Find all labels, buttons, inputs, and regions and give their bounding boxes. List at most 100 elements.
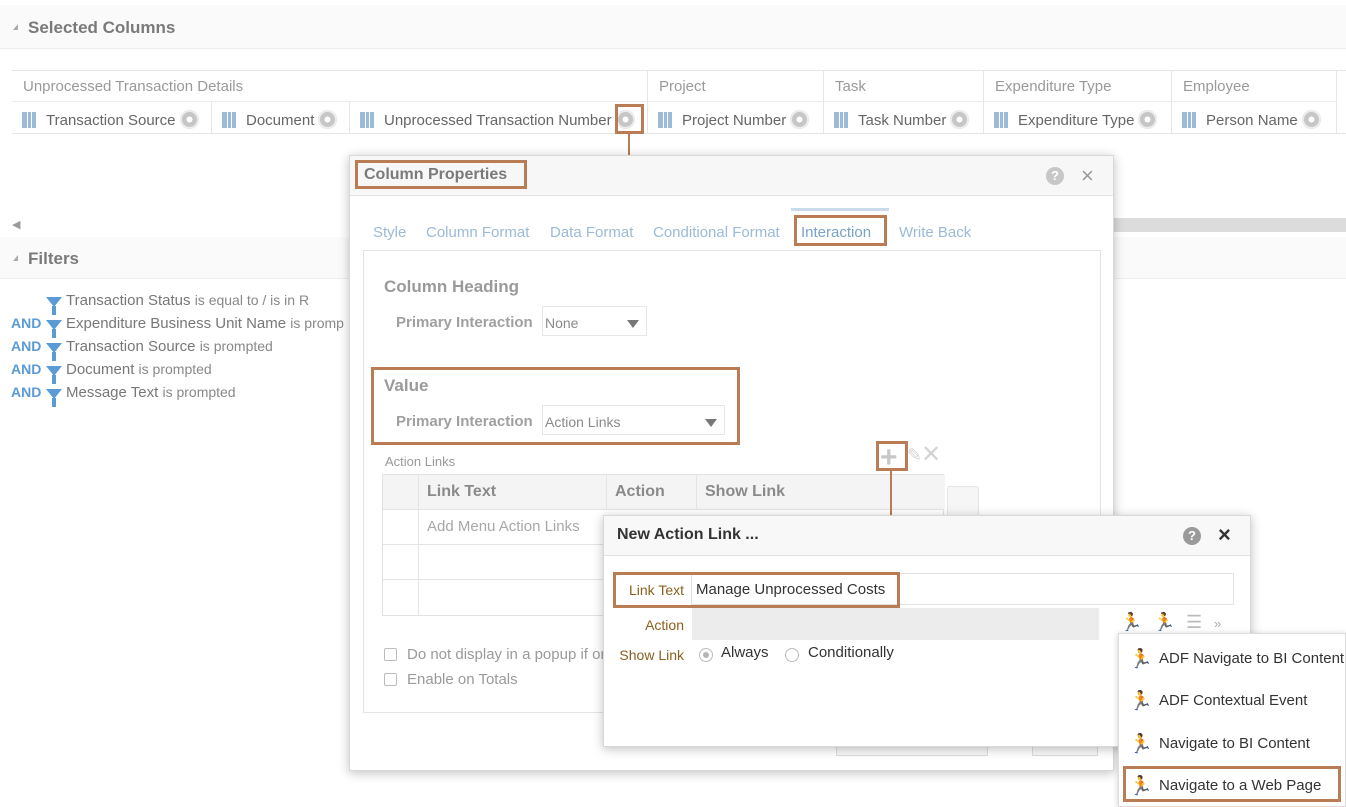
header-link-text: Link Text [419, 475, 607, 509]
no-popup-checkbox[interactable] [384, 648, 397, 661]
tab-column-format[interactable]: Column Format [426, 224, 529, 241]
tab-write-back[interactable]: Write Back [899, 224, 971, 241]
action-label: Action [645, 617, 684, 633]
column-item[interactable]: Document [212, 101, 350, 134]
collapse-triangle-icon[interactable] [13, 255, 18, 261]
menu-item-navigate-web-page[interactable]: 🏃 Navigate to a Web Page [1119, 766, 1346, 806]
close-icon[interactable]: × [1081, 165, 1094, 187]
conditionally-radio[interactable] [785, 648, 799, 662]
menu-item-navigate-bi[interactable]: 🏃 Navigate to BI Content [1119, 724, 1346, 764]
action-type-menu: 🏃 ADF Navigate to BI Content 🏃 ADF Context… [1118, 633, 1346, 807]
close-icon[interactable]: × [1218, 524, 1231, 546]
filter-row[interactable]: AND Transaction Source is prompted [11, 338, 273, 361]
header-show-link: Show Link [697, 475, 945, 509]
table-side-button[interactable] [947, 486, 979, 518]
dialog-title: New Action Link ... [617, 526, 759, 543]
value-primary-interaction-label: Primary Interaction [396, 413, 533, 430]
filters-title: Filters [28, 249, 80, 268]
action-list-icon[interactable]: ☰ [1186, 612, 1202, 633]
dialog-header: Column Properties ? × [350, 156, 1113, 196]
column-item[interactable]: Unprocessed Transaction Number [350, 101, 648, 134]
show-link-label: Show Link [619, 647, 684, 663]
action-runner-conditional-icon[interactable]: 🏃 [1120, 612, 1142, 633]
scrollbar-track[interactable] [1112, 218, 1346, 232]
selected-columns-header: Selected Columns [0, 5, 1346, 49]
action-links-label: Action Links [385, 454, 456, 469]
column-icon [1182, 112, 1196, 128]
selected-columns-bar: Unprocessed Transaction Details Project … [12, 70, 1346, 134]
filter-funnel-icon [46, 366, 62, 384]
filter-row[interactable]: Transaction Status is equal to / is in R [11, 292, 309, 315]
menu-item-adf-contextual-event[interactable]: 🏃 ADF Contextual Event [1119, 681, 1346, 721]
filter-funnel-icon [46, 389, 62, 407]
column-group-header: Employee [1172, 71, 1337, 101]
header-action: Action [607, 475, 697, 509]
table-header-row: Link Text Action Show Link [383, 475, 945, 510]
gear-icon[interactable] [790, 110, 810, 129]
link-text-label: Link Text [629, 582, 684, 598]
column-icon [834, 112, 848, 128]
gear-icon[interactable] [615, 110, 635, 129]
filter-row[interactable]: AND Expenditure Business Unit Name is pro… [11, 315, 344, 338]
gear-icon[interactable] [1301, 110, 1321, 129]
gear-icon[interactable] [318, 110, 338, 129]
value-primary-interaction-select[interactable]: Action Links [542, 405, 725, 435]
gear-icon[interactable] [179, 110, 199, 129]
no-popup-label: Do not display in a popup if or [407, 646, 606, 663]
heading-primary-interaction-label: Primary Interaction [396, 314, 533, 331]
tab-style[interactable]: Style [373, 224, 406, 241]
column-item[interactable]: Expenditure Type [984, 101, 1172, 134]
dialog-header: New Action Link ... ? × [604, 516, 1250, 556]
runner-icon: 🏃 [1129, 776, 1153, 797]
column-group-header: Unprocessed Transaction Details [12, 71, 648, 101]
conditionally-label: Conditionally [808, 644, 894, 661]
help-icon[interactable]: ? [1183, 527, 1201, 545]
column-icon [360, 112, 374, 128]
filter-funnel-icon [46, 320, 62, 338]
enable-totals-checkbox[interactable] [384, 673, 397, 686]
action-runner-icon[interactable]: 🏃 [1153, 612, 1175, 633]
dialog-title: Column Properties [364, 166, 508, 183]
enable-totals-label: Enable on Totals [407, 671, 518, 688]
filter-row[interactable]: AND Document is prompted [11, 361, 212, 384]
tab-conditional-format[interactable]: Conditional Format [653, 224, 780, 241]
connector-line [890, 471, 892, 517]
column-group-header: Expenditure Type [984, 71, 1172, 101]
column-heading-title: Column Heading [384, 277, 520, 296]
connector-line [628, 134, 630, 156]
selected-columns-title: Selected Columns [28, 18, 176, 37]
always-radio[interactable] [699, 648, 713, 662]
column-item[interactable]: Transaction Source [12, 101, 212, 134]
action-field[interactable] [692, 608, 1099, 640]
runner-icon: 🏃 [1129, 734, 1153, 755]
chevron-down-icon [627, 320, 639, 328]
gear-icon[interactable] [950, 110, 970, 129]
active-tab-indicator [791, 208, 889, 211]
column-item[interactable]: Person Name [1172, 101, 1337, 134]
filter-funnel-icon [46, 343, 62, 361]
help-icon[interactable]: ? [1046, 167, 1064, 185]
runner-icon: 🏃 [1129, 649, 1153, 670]
menu-item-adf-navigate-bi[interactable]: 🏃 ADF Navigate to BI Content [1119, 639, 1346, 679]
column-item[interactable]: Project Number [648, 101, 824, 134]
column-item[interactable]: Task Number [824, 101, 984, 134]
gear-icon[interactable] [1138, 110, 1158, 129]
add-icon[interactable]: + [880, 443, 898, 473]
scroll-left-icon[interactable]: ◀ [12, 218, 20, 231]
filter-row[interactable]: AND Message Text is prompted [11, 384, 236, 407]
value-title: Value [384, 376, 429, 395]
always-label: Always [721, 644, 769, 661]
delete-icon[interactable]: ✕ [921, 443, 941, 467]
column-icon [222, 112, 236, 128]
more-chevron-icon[interactable]: » [1214, 616, 1221, 631]
collapse-triangle-icon[interactable] [13, 24, 18, 30]
link-text-input[interactable]: Manage Unprocessed Costs [691, 573, 1234, 605]
tab-data-format[interactable]: Data Format [550, 224, 633, 241]
column-icon [994, 112, 1008, 128]
tab-interaction[interactable]: Interaction [801, 224, 871, 241]
column-icon [22, 112, 36, 128]
edit-icon[interactable]: ✎ [907, 445, 922, 466]
column-group-header: Project [648, 71, 824, 101]
filter-funnel-icon [46, 297, 62, 315]
heading-primary-interaction-select[interactable]: None [542, 306, 647, 336]
